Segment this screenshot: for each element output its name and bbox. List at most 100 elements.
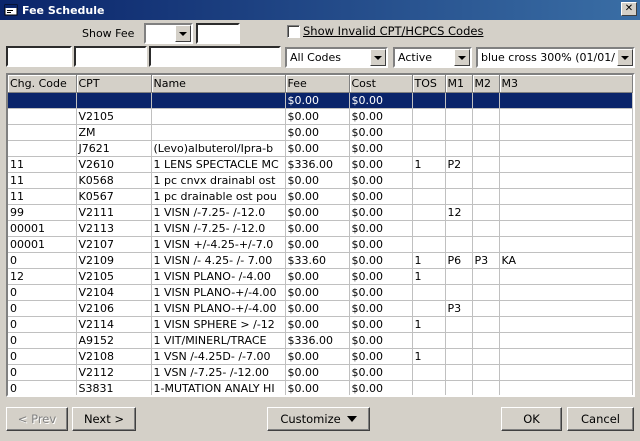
column-header[interactable]: M1: [445, 75, 473, 93]
cancel-button[interactable]: Cancel: [567, 407, 634, 431]
table-row[interactable]: 00001 V2107 1 VISN +/-4.25-+/-7.0 $0.00 $0.0…: [8, 236, 633, 253]
table-cell: $336.00: [285, 156, 350, 173]
table-cell: V2610: [76, 156, 152, 173]
table-row[interactable]: 11 K0568 1 pc cnvx drainabl ost $0.00 $0.00: [8, 172, 633, 189]
table-cell: KA: [499, 252, 633, 269]
column-header[interactable]: Name: [151, 75, 286, 93]
column-header[interactable]: Cost: [349, 75, 413, 93]
chevron-down-icon[interactable]: [454, 49, 470, 66]
chg-code-search-input[interactable]: [6, 46, 72, 67]
chevron-down-icon[interactable]: [175, 25, 191, 42]
table-cell: [412, 300, 446, 317]
table-cell: V2106: [76, 300, 152, 317]
table-cell: [412, 204, 446, 221]
table-cell: 0: [8, 300, 77, 317]
table-cell: [499, 380, 633, 395]
table-row[interactable]: $0.00 $0.00: [8, 92, 633, 109]
table-cell: 1 LENS SPECTACLE MC: [151, 156, 286, 173]
chevron-down-icon[interactable]: [617, 49, 633, 66]
table-row[interactable]: J7621 (Levo)albuterol/Ipra-b $0.00 $0.00: [8, 140, 633, 157]
column-header[interactable]: Chg. Code: [8, 75, 77, 93]
window-icon[interactable]: [4, 3, 18, 17]
column-header[interactable]: Fee: [285, 75, 350, 93]
title-bar: Fee Schedule ✕: [0, 0, 640, 20]
table-cell: $0.00: [349, 348, 413, 365]
fee-schedule-grid[interactable]: Chg. Code CPT Name Fee Cost TOS M1 M2 M3 $0.00 $0…: [6, 73, 635, 397]
table-cell: [472, 204, 500, 221]
ok-button[interactable]: OK: [501, 407, 562, 431]
table-row[interactable]: 0 V2104 1 VISN PLANO-+/-4.00 $0.00 $0.00: [8, 284, 633, 301]
table-cell: [8, 124, 77, 141]
table-cell: ZM: [76, 124, 152, 141]
cpt-search-input[interactable]: [74, 46, 147, 67]
fee-table: Chg. Code CPT Name Fee Cost TOS M1 M2 M3 $0.00 $0…: [8, 75, 633, 395]
table-cell: 00001: [8, 236, 77, 253]
show-invalid-label[interactable]: Show Invalid CPT/HCPCS Codes: [303, 24, 483, 38]
table-cell: [472, 284, 500, 301]
table-cell: [445, 268, 473, 285]
table-cell: [445, 108, 473, 125]
table-cell: 1: [412, 156, 446, 173]
chevron-down-icon: [346, 416, 357, 422]
table-row[interactable]: 0 V2112 1 VSN /-7.25- /-12.00 $0.00 $0.00: [8, 364, 633, 381]
table-cell: [499, 220, 633, 237]
table-cell: [445, 364, 473, 381]
table-cell: 1 VISN PLANO-+/-4.00: [151, 284, 286, 301]
table-cell: [499, 92, 633, 109]
table-row[interactable]: 12 V2105 1 VISN PLANO- /-4.00 $0.00 $0.00 1: [8, 268, 633, 285]
table-cell: $0.00: [349, 332, 413, 349]
show-invalid-checkbox[interactable]: [287, 25, 300, 38]
show-fee-input[interactable]: [196, 23, 240, 44]
close-button[interactable]: ✕: [621, 2, 637, 16]
table-cell: [445, 220, 473, 237]
customize-button[interactable]: Customize: [267, 407, 370, 431]
column-header[interactable]: CPT: [76, 75, 152, 93]
table-row[interactable]: 00001 V2113 1 VISN /-7.25- /-12.0 $0.00 $0.0…: [8, 220, 633, 237]
table-cell: [499, 316, 633, 333]
table-cell: [499, 348, 633, 365]
table-row[interactable]: 0 A9152 1 VIT/MINERL/TRACE $336.00 $0.00: [8, 332, 633, 349]
column-header[interactable]: TOS: [412, 75, 446, 93]
table-cell: 11: [8, 188, 77, 205]
table-cell: [499, 268, 633, 285]
table-cell: 1: [412, 252, 446, 269]
table-row[interactable]: 11 V2610 1 LENS SPECTACLE MC $336.00 $0.00 1 P…: [8, 156, 633, 173]
table-cell: [445, 188, 473, 205]
table-row[interactable]: V2105 $0.00 $0.00: [8, 108, 633, 125]
table-cell: [412, 140, 446, 157]
table-row[interactable]: 11 K0567 1 pc drainable ost pou $0.00 $0.00: [8, 188, 633, 205]
table-row[interactable]: 0 V2106 1 VISN PLANO-+/-4.00 $0.00 $0.00 P3: [8, 300, 633, 317]
table-cell: [151, 92, 286, 109]
table-cell: [499, 124, 633, 141]
table-cell: [445, 380, 473, 395]
table-cell: J7621: [76, 140, 152, 157]
table-cell: V2113: [76, 220, 152, 237]
table-row[interactable]: 0 V2114 1 VISN SPHERE > /-12 $0.00 $0.00 1: [8, 316, 633, 333]
table-row[interactable]: 0 V2108 1 VSN /-4.25D- /-7.00 $0.00 $0.00 1: [8, 348, 633, 365]
window-title: Fee Schedule: [22, 3, 105, 17]
table-row[interactable]: 0 S3831 1-MUTATION ANALY HI $0.00 $0.00: [8, 380, 633, 395]
table-cell: [76, 92, 152, 109]
chevron-down-icon[interactable]: [370, 49, 386, 66]
table-row[interactable]: 0 V2109 1 VISN /- 4.25- /- 7.00 $33.60 $0.00…: [8, 252, 633, 269]
table-cell: 0: [8, 364, 77, 381]
table-row[interactable]: 99 V2111 1 VISN /-7.25- /-12.0 $0.00 $0.00 12: [8, 204, 633, 221]
table-cell: [8, 140, 77, 157]
table-row[interactable]: ZM $0.00 $0.00: [8, 124, 633, 141]
next-button[interactable]: Next >: [72, 407, 136, 431]
prev-button[interactable]: < Prev: [6, 407, 68, 431]
name-search-input[interactable]: [149, 46, 281, 67]
code-filter-select[interactable]: All Codes: [285, 47, 388, 68]
table-cell: $0.00: [285, 364, 350, 381]
show-fee-select[interactable]: [144, 23, 193, 44]
table-cell: $0.00: [349, 204, 413, 221]
table-cell: [499, 140, 633, 157]
table-cell: $0.00: [349, 220, 413, 237]
table-cell: [445, 140, 473, 157]
table-cell: 1 pc cnvx drainabl ost: [151, 172, 286, 189]
fee-schedule-select[interactable]: blue cross 300% (01/01/: [476, 47, 635, 68]
table-cell: [445, 316, 473, 333]
column-header[interactable]: M3: [499, 75, 633, 93]
status-filter-select[interactable]: Active: [393, 47, 472, 68]
column-header[interactable]: M2: [472, 75, 500, 93]
